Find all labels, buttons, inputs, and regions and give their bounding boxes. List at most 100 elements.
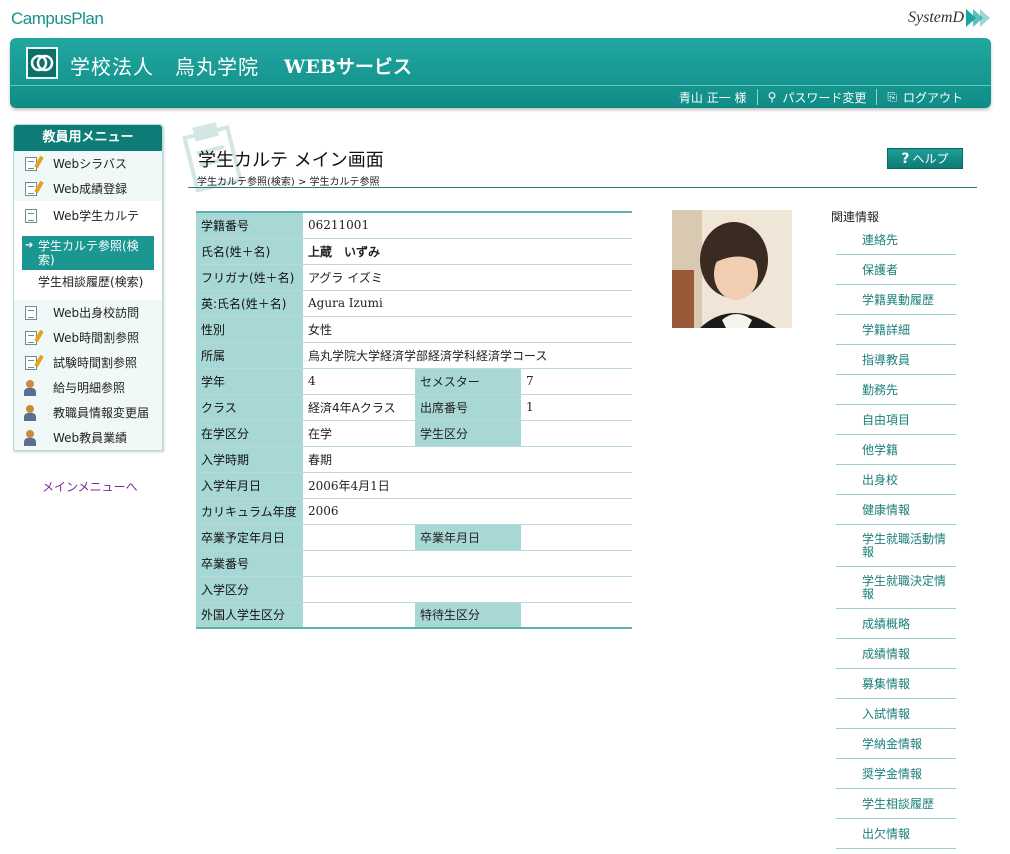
menu-item-label: Web時間割参照 bbox=[53, 331, 140, 345]
help-button[interactable]: ? ヘルプ bbox=[887, 148, 963, 169]
field-label: 卒業予定年月日 bbox=[196, 524, 303, 551]
page-title: 学生カルテ メイン画面 bbox=[198, 150, 384, 171]
related-link[interactable]: 自由項目 bbox=[836, 405, 956, 435]
related-link[interactable]: 出欠情報 bbox=[836, 819, 956, 849]
menu-item-payslip[interactable]: 給与明細参照 bbox=[14, 375, 162, 400]
field-label: カリキュラム年度 bbox=[196, 498, 303, 525]
menu-item-timetable[interactable]: Web時間割参照 bbox=[14, 325, 162, 350]
school-emblem-icon bbox=[26, 47, 58, 79]
enrollment-status-value: 在学 bbox=[303, 420, 415, 447]
menu-item-faculty-achievements[interactable]: Web教員業績 bbox=[14, 425, 162, 450]
related-link[interactable]: 他学籍 bbox=[836, 435, 956, 465]
graduation-number-value bbox=[303, 550, 632, 577]
menu-item-label: Web出身校訪問 bbox=[53, 306, 140, 320]
seat-number-value: 1 bbox=[521, 394, 632, 421]
systemd-logo: SystemD bbox=[908, 9, 990, 27]
field-label: クラス bbox=[196, 394, 303, 421]
document-icon bbox=[23, 305, 41, 321]
foreign-student-value bbox=[303, 602, 415, 629]
document-pen-icon bbox=[23, 155, 44, 172]
field-label: セメスター bbox=[415, 368, 521, 395]
related-link[interactable]: 成績概略 bbox=[836, 609, 956, 639]
student-info-table: 学籍番号 06211001 氏名(姓＋名) 上蔵 いずみ フリガナ(姓＋名) アグラ … bbox=[196, 211, 632, 629]
menu-item-staff-info-change[interactable]: 教職員情報変更届 bbox=[14, 400, 162, 425]
menu-item-student-karte[interactable]: Web学生カルテ bbox=[14, 201, 162, 230]
related-link[interactable]: 学納金情報 bbox=[836, 729, 956, 759]
related-link[interactable]: 入試情報 bbox=[836, 699, 956, 729]
menu-item-web-syllabus[interactable]: Webシラバス bbox=[14, 151, 162, 176]
menu-item-label: 試験時間割参照 bbox=[53, 356, 138, 370]
table-row: 学年 4 セメスター 7 bbox=[196, 368, 632, 395]
graduation-date-value bbox=[521, 524, 632, 551]
title-divider bbox=[188, 187, 977, 188]
related-link[interactable]: 学生就職活動情報 bbox=[836, 525, 956, 567]
person-icon bbox=[23, 404, 41, 421]
question-icon: ? bbox=[901, 150, 910, 167]
table-row: 外国人学生区分 特待生区分 bbox=[196, 602, 632, 629]
systemd-logo-text: SystemD bbox=[908, 9, 964, 26]
related-link[interactable]: 募集情報 bbox=[836, 669, 956, 699]
affiliation-value: 烏丸学院大学経済学部経済学科経済学コース bbox=[303, 342, 632, 369]
student-english-name-value: Agura Izumi bbox=[303, 290, 632, 317]
help-label: ヘルプ bbox=[912, 152, 949, 166]
field-label: 出席番号 bbox=[415, 394, 521, 421]
table-row: 英:氏名(姓＋名) Agura Izumi bbox=[196, 290, 632, 317]
gender-value: 女性 bbox=[303, 316, 632, 343]
user-name: 青山 正一 様 bbox=[669, 89, 757, 105]
related-link[interactable]: 成績情報 bbox=[836, 639, 956, 669]
related-link[interactable]: 奨学金情報 bbox=[836, 759, 956, 789]
main-menu-link[interactable]: メインメニューへ bbox=[42, 478, 138, 495]
related-link[interactable]: 学籍異動履歴 bbox=[836, 285, 956, 315]
table-row: 学籍番号 06211001 bbox=[196, 212, 632, 239]
related-info-list: 連絡先 保護者 学籍異動履歴 学籍詳細 指導教員 勤務先 自由項目 他学籍 出身… bbox=[836, 225, 956, 849]
field-label: 特待生区分 bbox=[415, 602, 521, 629]
person-icon bbox=[23, 429, 41, 446]
table-row: フリガナ(姓＋名) アグラ イズミ bbox=[196, 264, 632, 291]
related-link[interactable]: 連絡先 bbox=[836, 225, 956, 255]
faculty-menu: 教員用メニュー Webシラバス Web成績登録 Web学生カルテ 学生カルテ参照… bbox=[13, 124, 163, 451]
field-label: 学生区分 bbox=[415, 420, 521, 447]
student-name-value: 上蔵 いずみ bbox=[303, 238, 632, 265]
year-value: 4 bbox=[303, 368, 415, 395]
related-link[interactable]: 勤務先 bbox=[836, 375, 956, 405]
table-row: クラス 経済4年Aクラス 出席番号 1 bbox=[196, 394, 632, 421]
related-link[interactable]: 出身校 bbox=[836, 465, 956, 495]
logout-label: ログアウト bbox=[902, 90, 963, 105]
entry-term-value: 春期 bbox=[303, 446, 632, 473]
scholarship-student-value bbox=[521, 602, 632, 629]
menu-item-label: 給与明細参照 bbox=[53, 381, 126, 395]
menu-item-label: 教職員情報変更届 bbox=[53, 406, 150, 420]
school-name: 学校法人 烏丸学院 bbox=[70, 55, 259, 79]
campusplan-logo: CampusPlan bbox=[11, 9, 104, 28]
related-info-title: 関連情報 bbox=[831, 210, 880, 224]
related-link[interactable]: 指導教員 bbox=[836, 345, 956, 375]
related-link[interactable]: 学生相談履歴 bbox=[836, 789, 956, 819]
menu-item-school-visit[interactable]: Web出身校訪問 bbox=[14, 300, 162, 325]
menu-title: 教員用メニュー bbox=[14, 125, 162, 151]
menu-item-grade-entry[interactable]: Web成績登録 bbox=[14, 176, 162, 201]
class-value: 経済4年Aクラス bbox=[303, 394, 415, 421]
field-label: 卒業番号 bbox=[196, 550, 303, 577]
related-link[interactable]: 保護者 bbox=[836, 255, 956, 285]
logout-link[interactable]: ⎘ ログアウト bbox=[876, 89, 973, 105]
chevron-right-icon bbox=[980, 9, 990, 27]
student-type-value bbox=[521, 420, 632, 447]
table-row: カリキュラム年度 2006 bbox=[196, 498, 632, 525]
menu-item-label: Web成績登録 bbox=[53, 182, 128, 196]
related-link[interactable]: 学生就職決定情報 bbox=[836, 567, 956, 609]
submenu-item-consultation-search[interactable]: 学生相談履歴(検索) bbox=[22, 272, 154, 292]
entry-type-value bbox=[303, 576, 632, 603]
menu-item-exam-timetable[interactable]: 試験時間割参照 bbox=[14, 350, 162, 375]
student-kana-value: アグラ イズミ bbox=[303, 264, 632, 291]
field-label: 外国人学生区分 bbox=[196, 602, 303, 629]
table-row: 入学年月日 2006年4月1日 bbox=[196, 472, 632, 499]
submenu-item-karte-search[interactable]: 学生カルテ参照(検索) bbox=[22, 236, 154, 270]
table-row: 卒業予定年月日 卒業年月日 bbox=[196, 524, 632, 551]
field-label: 入学年月日 bbox=[196, 472, 303, 499]
student-photo bbox=[672, 210, 792, 328]
document-pen-icon bbox=[23, 354, 44, 371]
related-link[interactable]: 健康情報 bbox=[836, 495, 956, 525]
field-label: 学籍番号 bbox=[196, 212, 303, 239]
related-link[interactable]: 学籍詳細 bbox=[836, 315, 956, 345]
password-change-link[interactable]: ⚲ パスワード変更 bbox=[756, 89, 877, 105]
